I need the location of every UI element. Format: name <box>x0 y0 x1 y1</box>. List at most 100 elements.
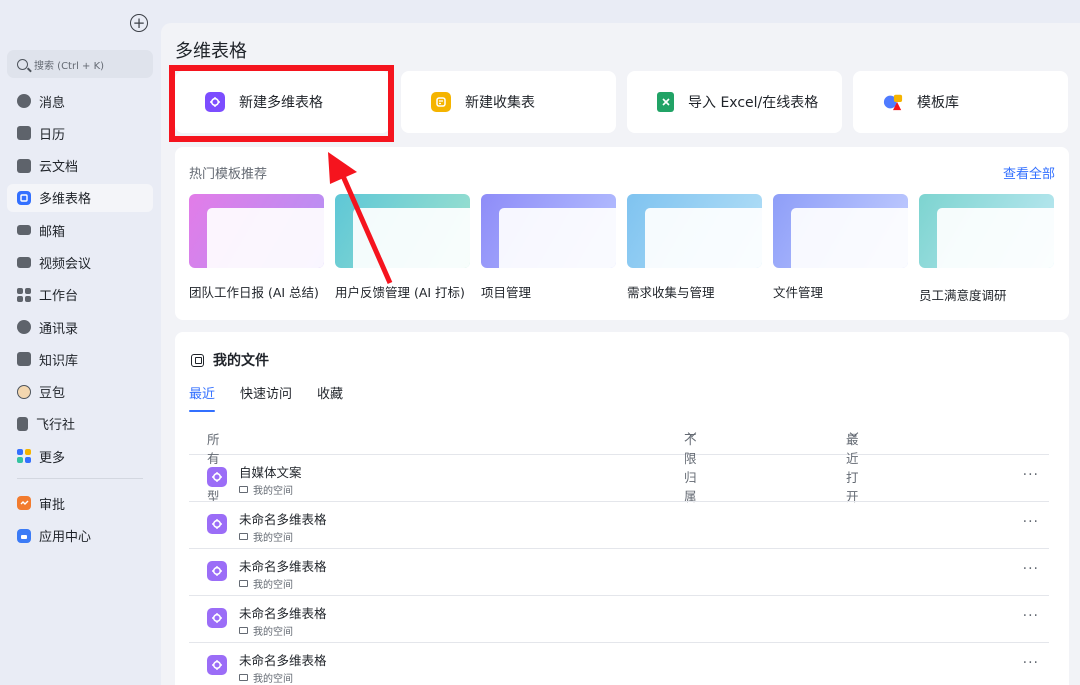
new-form-button[interactable]: 新建收集表 <box>401 71 616 133</box>
sidebar-item-messages[interactable]: 消息 <box>7 87 153 115</box>
contacts-icon <box>17 320 31 335</box>
sidebar-item-more[interactable]: 更多 <box>7 442 153 470</box>
sidebar-item-approval[interactable]: 审批 <box>7 489 153 517</box>
sidebar-item-app-center[interactable]: 应用中心 <box>7 522 153 550</box>
folder-icon <box>239 627 248 634</box>
base-file-icon <box>207 608 227 628</box>
base-file-icon <box>207 561 227 581</box>
sidebar-item-base[interactable]: 多维表格 <box>7 183 153 212</box>
file-location-label: 我的空间 <box>253 486 293 497</box>
hot-templates-title: 热门模板推荐 <box>189 167 268 182</box>
file-name: 未命名多维表格 <box>239 653 327 668</box>
folder-icon <box>239 533 248 540</box>
project-thumbnail <box>481 194 616 268</box>
template-card[interactable]: 团队工作日报 (AI 总结) <box>189 194 324 301</box>
template-label: 文件管理 <box>773 285 824 300</box>
add-icon[interactable]: + <box>130 14 148 32</box>
sidebar-item-video[interactable]: 视频会议 <box>7 248 153 276</box>
new-base-button[interactable]: 新建多维表格 <box>175 71 390 133</box>
feedback-thumbnail <box>335 194 470 268</box>
file-location-label: 我的空间 <box>253 674 293 685</box>
my-files-header: 我的文件 <box>191 350 269 370</box>
template-label: 用户反馈管理 (AI 打标) <box>335 285 465 300</box>
search-input[interactable]: 搜索 (Ctrl + K) <box>7 50 153 78</box>
base-file-icon <box>207 655 227 675</box>
new-base-icon <box>205 92 225 112</box>
sidebar-item-label: 多维表格 <box>39 192 92 208</box>
search-placeholder: 搜索 (Ctrl + K) <box>34 60 105 72</box>
tab-recent[interactable]: 最近 <box>189 383 216 412</box>
sidebar-item-label: 飞行社 <box>36 418 76 434</box>
flight-club-icon <box>17 416 28 431</box>
workplace-icon <box>17 287 31 302</box>
template-card[interactable]: 用户反馈管理 (AI 打标) <box>335 194 470 301</box>
more-options-icon[interactable]: ··· <box>1023 467 1039 483</box>
owner-filter[interactable]: 不限归属 <box>684 427 697 504</box>
sidebar-item-mail[interactable]: 邮箱 <box>7 216 153 244</box>
hot-templates-panel: 热门模板推荐 查看全部 团队工作日报 (AI 总结) 用户反馈管理 (AI 打标… <box>175 147 1069 320</box>
more-options-icon[interactable]: ··· <box>1023 608 1039 624</box>
template-label: 员工满意度调研 <box>919 288 1007 303</box>
sidebar-divider <box>17 478 143 480</box>
base-file-icon <box>207 467 227 487</box>
sidebar-item-flight-club[interactable]: 飞行社 <box>7 410 153 438</box>
sidebar-item-wiki[interactable]: 知识库 <box>7 345 153 373</box>
template-card[interactable]: 员工满意度调研 <box>919 194 1054 304</box>
more-options-icon[interactable]: ··· <box>1023 561 1039 577</box>
more-options-icon[interactable]: ··· <box>1023 514 1039 530</box>
template-library-label: 模板库 <box>917 95 959 111</box>
import-excel-button[interactable]: 导入 Excel/在线表格 <box>627 71 842 133</box>
folder-icon <box>239 580 248 587</box>
sidebar-item-label: 视频会议 <box>39 256 92 272</box>
files-tabs: 最近 快速访问 收藏 <box>189 383 368 412</box>
template-label: 团队工作日报 (AI 总结) <box>189 285 319 300</box>
calendar-icon <box>17 126 31 141</box>
file-location: 我的空间 <box>239 670 293 685</box>
tab-favorites[interactable]: 收藏 <box>317 383 343 412</box>
view-all-link[interactable]: 查看全部 <box>1003 163 1055 182</box>
sidebar-item-label: 邮箱 <box>39 224 66 240</box>
message-icon <box>17 94 31 108</box>
file-location: 我的空间 <box>239 482 293 497</box>
file-row[interactable]: 自媒体文案 我的空间 ··· <box>189 455 1049 502</box>
my-files-title: 我的文件 <box>213 353 269 369</box>
mail-icon <box>17 225 31 236</box>
approval-icon <box>17 496 31 511</box>
sidebar-item-label: 通讯录 <box>39 321 79 337</box>
base-file-icon <box>207 514 227 534</box>
tab-quick-access[interactable]: 快速访问 <box>240 383 292 412</box>
sidebar-item-label: 审批 <box>39 497 66 513</box>
file-location-label: 我的空间 <box>253 580 293 591</box>
sidebar-item-workplace[interactable]: 工作台 <box>7 281 153 309</box>
sidebar-item-contacts[interactable]: 通讯录 <box>7 313 153 341</box>
file-row[interactable]: 未命名多维表格 我的空间 ··· <box>189 596 1049 643</box>
template-card[interactable]: 项目管理 <box>481 194 616 301</box>
page-title: 多维表格 <box>175 41 247 62</box>
daily-report-thumbnail <box>189 194 324 268</box>
sidebar-item-doubao[interactable]: 豆包 <box>7 378 153 406</box>
main-content: 多维表格 新建多维表格 新建收集表 导入 Excel/在线表格 模板库 热门模板… <box>161 23 1080 685</box>
file-row[interactable]: 未命名多维表格 我的空间 ··· <box>189 643 1049 685</box>
template-library-button[interactable]: 模板库 <box>853 71 1068 133</box>
template-card[interactable]: 文件管理 <box>773 194 908 301</box>
folder-icon <box>239 486 248 493</box>
new-base-label: 新建多维表格 <box>239 95 323 111</box>
file-row[interactable]: 未命名多维表格 我的空间 ··· <box>189 502 1049 549</box>
more-options-icon[interactable]: ··· <box>1023 655 1039 671</box>
template-card[interactable]: 需求收集与管理 <box>627 194 762 301</box>
files-column-header: 所有类型 不限归属 最近打开 <box>189 425 1049 504</box>
sidebar-item-calendar[interactable]: 日历 <box>7 119 153 147</box>
file-name: 未命名多维表格 <box>239 559 327 574</box>
sidebar-item-docs[interactable]: 云文档 <box>7 152 153 180</box>
sort-filter[interactable]: 最近打开 <box>846 427 859 504</box>
import-excel-label: 导入 Excel/在线表格 <box>688 95 819 111</box>
file-row[interactable]: 未命名多维表格 我的空间 ··· <box>189 549 1049 596</box>
base-icon <box>17 190 31 205</box>
file-location: 我的空间 <box>239 623 293 638</box>
folder-icon <box>239 674 248 681</box>
excel-icon <box>657 92 674 112</box>
sidebar: + 搜索 (Ctrl + K) 消息 日历 云文档 多维表格 邮箱 视频会议 工… <box>0 0 162 685</box>
sidebar-item-label: 工作台 <box>39 289 79 305</box>
file-name: 未命名多维表格 <box>239 606 327 621</box>
sidebar-item-label: 云文档 <box>39 160 79 176</box>
